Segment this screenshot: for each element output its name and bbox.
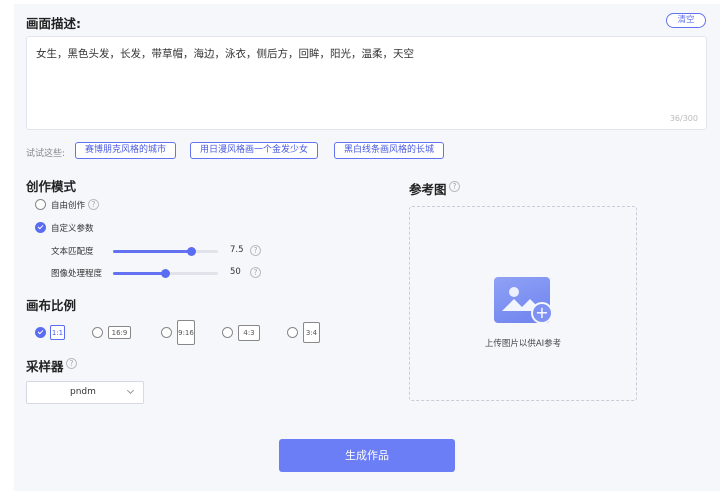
help-icon[interactable]: ? — [250, 267, 261, 278]
sampler-select[interactable]: pndm — [26, 381, 144, 404]
sampler-value: pndm — [70, 387, 96, 397]
mode-label-custom[interactable]: 自定义参数 — [51, 222, 94, 234]
sampler-title: 采样器 — [26, 359, 64, 374]
help-icon[interactable]: ? — [250, 245, 261, 256]
plus-icon: + — [531, 302, 553, 324]
reference-upload-area[interactable]: + 上传图片以供AI参考 — [409, 206, 637, 401]
slider-text-match[interactable] — [113, 247, 218, 256]
mode-radio-free[interactable] — [35, 199, 46, 210]
slider-thumb[interactable] — [161, 269, 170, 278]
description-title: 画面描述: — [26, 16, 81, 31]
ratio-box-9-16[interactable]: 9:16 — [177, 320, 195, 345]
help-icon[interactable]: ? — [449, 181, 460, 192]
clear-button[interactable]: 清空 — [666, 13, 706, 28]
upload-hint: 上传图片以供AI参考 — [484, 339, 562, 349]
help-icon[interactable]: ? — [66, 358, 77, 369]
description-text[interactable]: 女生，黑色头发，长发，带草帽，海边，泳衣，侧后方，回眸，阳光，温柔，天空 — [36, 46, 414, 61]
chevron-down-icon — [126, 386, 135, 395]
ratio-radio-1-1[interactable] — [35, 327, 46, 338]
slider-value-text-match: 7.5 — [230, 245, 244, 255]
mode-radio-custom[interactable] — [35, 222, 46, 233]
suggestion-chip-anime-girl[interactable]: 用日漫风格画一个金发少女 — [190, 142, 319, 159]
ratio-title: 画布比例 — [26, 298, 77, 313]
ratio-radio-3-4[interactable] — [287, 327, 298, 338]
ratio-box-16-9[interactable]: 16:9 — [108, 326, 131, 339]
ratio-radio-9-16[interactable] — [161, 327, 172, 338]
slider-value-image-process: 50 — [230, 267, 241, 277]
ratio-box-4-3[interactable]: 4:3 — [238, 325, 260, 341]
try-these-label: 试试这些: — [26, 149, 66, 159]
ratio-box-1-1[interactable]: 1:1 — [50, 325, 65, 340]
help-icon[interactable]: ? — [88, 199, 99, 210]
suggestion-chip-great-wall[interactable]: 黑白线条画风格的长城 — [334, 142, 445, 159]
mode-label-free[interactable]: 自由创作 — [51, 199, 85, 211]
generate-button[interactable]: 生成作品 — [279, 439, 455, 472]
slider-fill — [113, 272, 166, 275]
reference-title: 参考图 — [409, 182, 447, 197]
char-counter: 36/300 — [669, 114, 698, 123]
description-textarea[interactable]: 女生，黑色头发，长发，带草帽，海边，泳衣，侧后方，回眸，阳光，温柔，天空 36/… — [26, 36, 707, 130]
slider-label-text-match: 文本匹配度 — [51, 247, 94, 257]
slider-label-image-process: 图像处理程度 — [51, 269, 103, 279]
slider-image-process[interactable] — [113, 269, 218, 278]
ratio-radio-16-9[interactable] — [92, 327, 103, 338]
suggestion-chip-cyberpunk[interactable]: 赛博朋克风格的城市 — [75, 142, 177, 159]
mode-title: 创作模式 — [26, 179, 77, 194]
ratio-radio-4-3[interactable] — [222, 327, 233, 338]
slider-fill — [113, 250, 192, 253]
ratio-box-3-4[interactable]: 3:4 — [303, 322, 320, 343]
